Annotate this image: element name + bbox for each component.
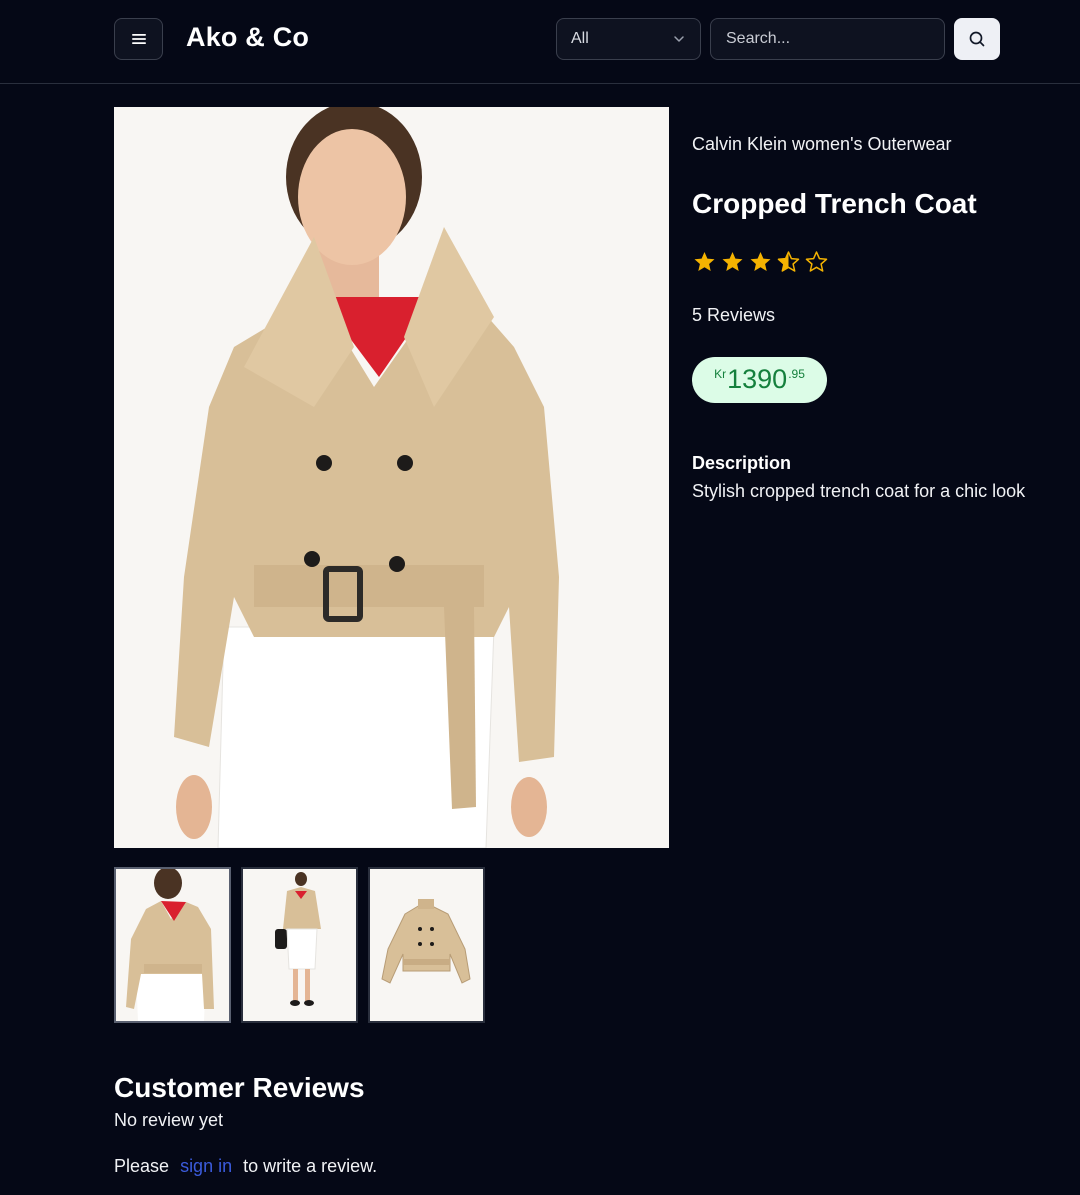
star-empty-icon xyxy=(805,251,828,272)
star-full-icon xyxy=(694,252,715,271)
price-badge: Kr 1390 .95 xyxy=(692,357,827,403)
price-currency: Kr xyxy=(714,367,727,381)
signin-link[interactable]: sign in xyxy=(180,1156,232,1176)
thumbnail-1[interactable] xyxy=(114,867,231,1023)
star-full-icon xyxy=(750,252,771,271)
thumbnail-3[interactable] xyxy=(368,867,485,1023)
search-icon xyxy=(969,31,985,47)
price-whole: 1390 xyxy=(727,364,788,394)
chevron-down-icon xyxy=(674,36,684,42)
brand-logo[interactable]: Ako & Co xyxy=(186,22,309,53)
search-button[interactable] xyxy=(954,18,1000,60)
category-select-value: All xyxy=(571,30,589,47)
description-text: Stylish cropped trench coat for a chic l… xyxy=(692,481,1026,501)
no-review-text: No review yet xyxy=(114,1110,224,1130)
product-title: Cropped Trench Coat xyxy=(692,188,977,219)
product-main-image[interactable] xyxy=(114,107,669,848)
description-heading: Description xyxy=(692,453,792,473)
search-input[interactable] xyxy=(710,18,945,60)
signin-prompt: Please sign in to write a review. xyxy=(114,1156,377,1177)
top-nav: Ako & Co All xyxy=(0,0,1080,84)
signin-suffix: to write a review. xyxy=(243,1156,378,1176)
price-decimal: .95 xyxy=(788,367,805,381)
star-full-icon xyxy=(722,252,743,271)
hamburger-icon xyxy=(131,34,146,44)
reviews-count[interactable]: 5 Reviews xyxy=(692,305,775,326)
product-brand-category: Calvin Klein women's Outerwear xyxy=(692,134,952,154)
thumbnail-2[interactable] xyxy=(241,867,358,1023)
category-select[interactable]: All xyxy=(556,18,701,60)
menu-button[interactable] xyxy=(114,18,163,60)
star-rating xyxy=(692,250,829,274)
star-half-icon xyxy=(777,251,800,272)
signin-prefix: Please xyxy=(114,1156,170,1176)
customer-reviews-heading: Customer Reviews xyxy=(114,1072,365,1103)
